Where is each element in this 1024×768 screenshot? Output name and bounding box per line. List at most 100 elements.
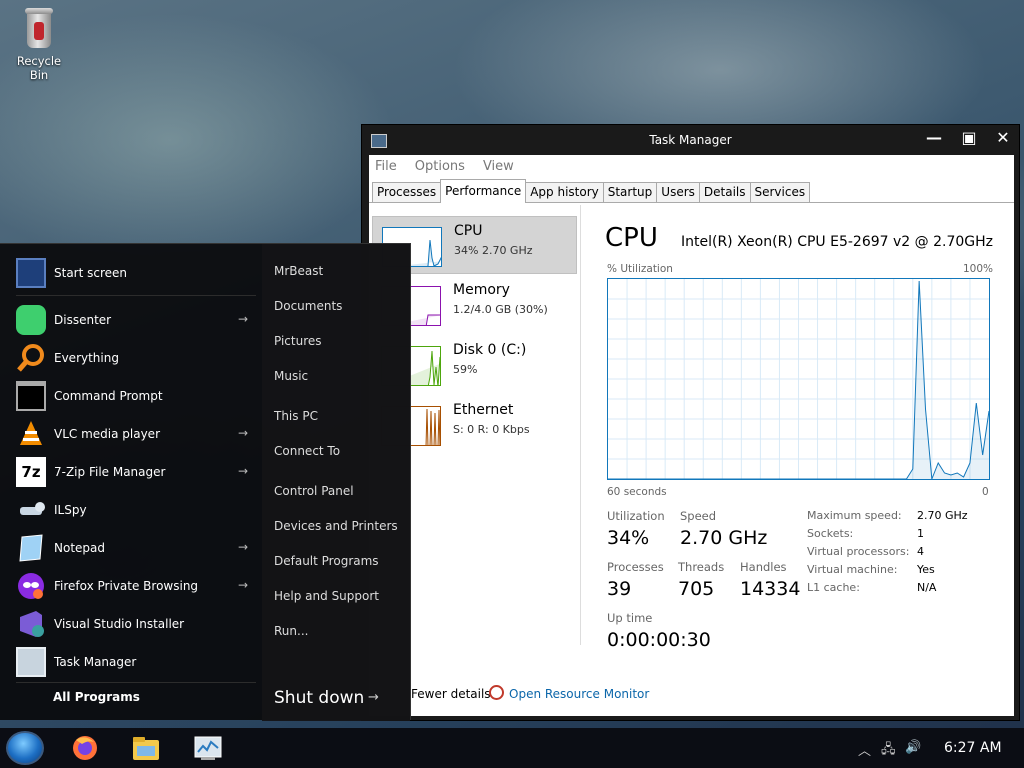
recycle-bin-icon	[23, 8, 55, 48]
submenu-arrow-icon: →	[238, 312, 249, 326]
max-speed-label: Maximum speed:	[807, 509, 902, 522]
start-item-command-prompt[interactable]: Command Prompt	[8, 378, 258, 414]
shutdown-options-arrow-icon[interactable]: →	[368, 690, 379, 705]
firefox-private-icon	[16, 571, 46, 601]
sidebar-label-cpu: CPU	[454, 223, 483, 239]
start-item-notepad[interactable]: Notepad →	[8, 530, 258, 566]
utilization-axis-label: % Utilization	[607, 263, 673, 275]
title-bar[interactable]: Task Manager — ▣ ✕	[362, 125, 1019, 155]
command-prompt-icon	[16, 381, 46, 411]
cpu-model: Intel(R) Xeon(R) CPU E5-2697 v2 @ 2.70GH…	[681, 234, 993, 250]
place-default-programs[interactable]: Default Programs	[274, 554, 379, 568]
open-resource-monitor-link[interactable]: Open Resource Monitor	[509, 687, 649, 701]
tab-performance[interactable]: Performance	[440, 179, 527, 203]
utilization-label: Utilization	[607, 509, 665, 523]
start-item-label: Dissenter	[54, 313, 112, 327]
start-item-firefox-private[interactable]: Firefox Private Browsing →	[8, 568, 258, 604]
maximize-button[interactable]: ▣	[952, 127, 986, 151]
start-item-start-screen[interactable]: Start screen	[8, 255, 258, 291]
processes-label: Processes	[607, 560, 664, 574]
start-orb-button[interactable]	[6, 731, 44, 765]
tab-app-history[interactable]: App history	[525, 182, 604, 202]
menu-bar: File Options View	[369, 155, 1014, 177]
tab-startup[interactable]: Startup	[602, 182, 658, 202]
start-item-label: Command Prompt	[54, 389, 163, 403]
start-screen-icon	[16, 258, 46, 288]
handles-label: Handles	[740, 560, 787, 574]
firefox-taskbar-icon[interactable]	[70, 734, 100, 762]
speed-value: 2.70 GHz	[680, 527, 768, 549]
sidebar-value-memory: 1.2/4.0 GB (30%)	[453, 303, 548, 316]
close-button[interactable]: ✕	[986, 127, 1020, 151]
minimize-button[interactable]: —	[917, 127, 951, 151]
start-menu: Start screen Dissenter → Everything Comm…	[0, 243, 411, 721]
tab-processes[interactable]: Processes	[372, 182, 442, 202]
sidebar-value-ethernet: S: 0 R: 0 Kbps	[453, 423, 530, 436]
virtual-machine-label: Virtual machine:	[807, 563, 898, 576]
volume-icon[interactable]: 🔊	[905, 740, 921, 755]
menu-file[interactable]: File	[375, 159, 397, 174]
sidebar-value-cpu: 34% 2.70 GHz	[454, 244, 533, 257]
start-item-label: ILSpy	[54, 503, 87, 517]
vlc-cone-icon	[16, 419, 46, 449]
start-item-vlc[interactable]: VLC media player →	[8, 416, 258, 452]
task-manager-footer: Fewer details Open Resource Monitor	[369, 683, 1014, 709]
start-item-visual-studio-installer[interactable]: Visual Studio Installer	[8, 606, 258, 642]
start-item-label: Notepad	[54, 541, 105, 555]
task-manager-taskbar-icon[interactable]	[193, 734, 223, 762]
submenu-arrow-icon: →	[238, 578, 249, 592]
fewer-details-link[interactable]: Fewer details	[411, 687, 491, 701]
task-manager-body: File Options View Processes Performance …	[369, 155, 1014, 716]
l1-cache-value: N/A	[917, 581, 937, 594]
start-item-label: Task Manager	[54, 655, 137, 669]
utilization-axis-max: 100%	[963, 263, 994, 275]
sidebar-label-ethernet: Ethernet	[453, 402, 514, 418]
start-item-label: Visual Studio Installer	[54, 617, 185, 631]
network-icon[interactable]: 🖧	[881, 740, 896, 762]
visual-studio-installer-icon	[16, 609, 46, 639]
place-documents[interactable]: Documents	[274, 299, 342, 313]
place-connect-to[interactable]: Connect To	[274, 444, 340, 458]
place-user-folder[interactable]: MrBeast	[274, 264, 323, 278]
menu-options[interactable]: Options	[415, 159, 465, 174]
sidebar-value-disk: 59%	[453, 363, 478, 376]
chevron-up-icon[interactable]: ︿	[858, 740, 871, 759]
start-item-label: Start screen	[54, 266, 128, 280]
notepad-icon	[16, 533, 46, 563]
start-item-everything[interactable]: Everything	[8, 340, 258, 376]
start-item-dissenter[interactable]: Dissenter →	[8, 302, 258, 338]
tab-services[interactable]: Services	[749, 182, 811, 202]
start-item-task-manager[interactable]: Task Manager	[8, 644, 258, 680]
place-devices-and-printers[interactable]: Devices and Printers	[274, 519, 398, 533]
taskbar: ︿ 🖧 🔊 6:27 AM	[0, 728, 1024, 768]
place-run[interactable]: Run...	[274, 624, 308, 638]
start-item-ilspy[interactable]: ILSpy	[8, 492, 258, 528]
start-item-label: Everything	[54, 351, 119, 365]
task-manager-icon	[16, 647, 46, 677]
tab-users[interactable]: Users	[656, 182, 700, 202]
cpu-utilization-graph	[607, 278, 990, 480]
shutdown-button[interactable]: Shut down	[274, 688, 364, 708]
place-pictures[interactable]: Pictures	[274, 334, 322, 348]
place-this-pc[interactable]: This PC	[274, 409, 318, 423]
submenu-arrow-icon: →	[238, 426, 249, 440]
place-help-and-support[interactable]: Help and Support	[274, 589, 379, 603]
tab-details[interactable]: Details	[698, 182, 751, 202]
start-menu-places: MrBeast Documents Pictures Music This PC…	[262, 244, 410, 721]
start-item-label: Firefox Private Browsing	[54, 579, 199, 593]
menu-view[interactable]: View	[483, 159, 514, 174]
start-item-7zip[interactable]: 7z 7-Zip File Manager →	[8, 454, 258, 490]
dissenter-icon	[16, 305, 46, 335]
file-explorer-taskbar-icon[interactable]	[131, 734, 161, 762]
ilspy-icon	[16, 495, 46, 525]
virtual-processors-value: 4	[917, 545, 924, 558]
handles-value: 14334	[740, 578, 801, 600]
all-programs-button[interactable]: All Programs	[53, 690, 140, 704]
place-control-panel[interactable]: Control Panel	[274, 484, 354, 498]
tab-bar: Processes Performance App history Startu…	[369, 177, 1014, 203]
place-music[interactable]: Music	[274, 369, 308, 383]
virtual-processors-label: Virtual processors:	[807, 545, 910, 558]
threads-value: 705	[678, 578, 715, 600]
recycle-bin[interactable]: Recycle Bin	[6, 8, 72, 82]
taskbar-clock[interactable]: 6:27 AM	[944, 740, 1002, 756]
